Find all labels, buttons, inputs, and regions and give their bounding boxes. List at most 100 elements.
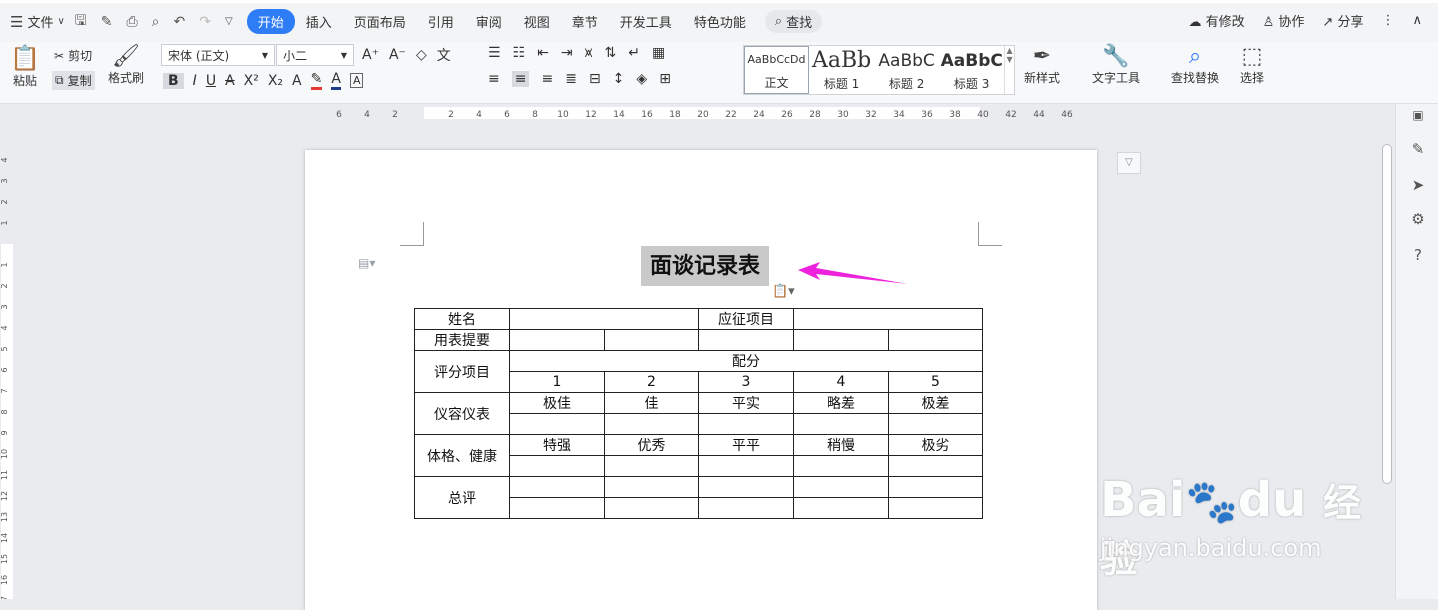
file-menu[interactable]: 文件 (27, 12, 53, 31)
align-center-icon[interactable]: ≡ (511, 71, 530, 87)
table-cell[interactable] (793, 413, 889, 435)
page-title[interactable]: 面谈记录表 (641, 246, 769, 286)
scroll-thumb[interactable] (1382, 144, 1392, 484)
italic-icon[interactable]: I (193, 73, 197, 89)
chinese-layout-icon[interactable]: ⩙ (585, 45, 593, 61)
text-tools-button[interactable]: 🔧 文字工具 (1092, 44, 1140, 86)
new-style-button[interactable]: ✒ 新样式 (1024, 44, 1060, 86)
table-cell[interactable] (604, 329, 699, 351)
table-cell[interactable] (888, 476, 983, 498)
table-cell[interactable] (888, 497, 983, 519)
justify-icon[interactable]: ≣ (565, 71, 577, 87)
select-button[interactable]: ⬚ 选择 (1240, 44, 1264, 86)
print-preview-icon[interactable]: ⌕ (152, 14, 160, 30)
print-icon[interactable]: ⎙ (126, 14, 137, 30)
table-cell[interactable] (509, 455, 605, 477)
horizontal-ruler[interactable]: 6 4 2 2 4 6 8 10 12 14 16 18 20 22 24 26 28 30 32 34 36 38 40 4… (305, 104, 1095, 122)
chevron-down-icon[interactable]: ∨ (57, 16, 64, 27)
modified-button[interactable]: ☁ 有修改 (1188, 11, 1244, 30)
superscript-icon[interactable]: X² (244, 73, 259, 89)
tab-features[interactable]: 特色功能 (683, 9, 757, 34)
tab-page-layout[interactable]: 页面布局 (343, 9, 417, 34)
font-color-icon[interactable]: A (331, 71, 341, 90)
line-spacing-icon[interactable]: ↕ (613, 71, 625, 87)
increase-indent-icon[interactable]: ⇥ (561, 45, 573, 61)
collab-button[interactable]: ♙ 协作 (1263, 11, 1305, 30)
table-cell[interactable] (888, 455, 983, 477)
style-scroll[interactable]: ▲ ▼ (1004, 46, 1014, 94)
table-cell[interactable] (698, 413, 794, 435)
char-border-icon[interactable]: A (349, 73, 364, 88)
tab-references[interactable]: 引用 (417, 9, 465, 34)
settings-sliders-icon[interactable]: ⚙ (1408, 210, 1428, 230)
table-cell[interactable] (604, 497, 699, 519)
bold-icon[interactable]: B (163, 72, 184, 89)
filter-icon[interactable]: ▽ (1117, 152, 1141, 174)
table-cell[interactable] (604, 455, 699, 477)
table-cell[interactable] (604, 413, 699, 435)
tab-insert[interactable]: 插入 (295, 9, 343, 34)
font-name-select[interactable]: 宋体 (正文) ▼ (161, 44, 275, 66)
font-size-select[interactable]: 小二 ▼ (276, 44, 354, 66)
table-cell[interactable] (509, 413, 605, 435)
show-marks-icon[interactable]: ↵ (628, 45, 640, 61)
underline-icon[interactable]: U (206, 73, 216, 89)
tab-review[interactable]: 审阅 (465, 9, 513, 34)
grow-font-icon[interactable]: A⁺ (362, 47, 379, 63)
table-cell[interactable] (888, 413, 983, 435)
decrease-indent-icon[interactable]: ⇤ (537, 45, 549, 61)
help-icon[interactable]: ? (1408, 246, 1428, 266)
table-cell[interactable] (793, 329, 889, 351)
edit-pen-icon[interactable]: ✎ (1408, 140, 1428, 160)
shrink-font-icon[interactable]: A⁻ (389, 47, 406, 63)
shading-icon[interactable]: ◈ (636, 71, 647, 87)
clear-format-icon[interactable]: ◇ (416, 47, 427, 63)
align-right-icon[interactable]: ≡ (541, 71, 553, 87)
table-cell[interactable] (509, 329, 605, 351)
style-heading-3[interactable]: AaBbC 标题 3 (939, 46, 1004, 94)
share-button[interactable]: ↗ 分享 (1322, 11, 1363, 30)
pinyin-icon[interactable]: 文 (437, 45, 451, 65)
tab-chapter[interactable]: 章节 (561, 9, 609, 34)
cut-button[interactable]: ✂ 剪切 (54, 47, 92, 64)
style-heading-2[interactable]: AaBbC 标题 2 (874, 46, 939, 94)
sidebar-toggle-icon[interactable]: ▣ (1408, 108, 1428, 128)
table-cell[interactable] (698, 497, 794, 519)
tab-developer[interactable]: 开发工具 (609, 9, 683, 34)
bullet-list-icon[interactable]: ☰ (488, 45, 501, 61)
format-painter-icon[interactable]: ✎ (101, 14, 113, 30)
table-cell[interactable] (793, 455, 889, 477)
table-cell[interactable] (698, 476, 794, 498)
cursor-icon[interactable]: ➤ (1408, 176, 1428, 196)
sort-icon[interactable]: ⇅ (605, 45, 617, 61)
table-cell[interactable] (604, 476, 699, 498)
borders-icon[interactable]: ⊞ (659, 71, 671, 87)
style-heading-1[interactable]: AaBb 标题 1 (809, 46, 874, 94)
text-effect-icon[interactable]: A (292, 73, 302, 89)
style-normal[interactable]: AaBbCcDd 正文 (744, 46, 810, 94)
table-cell[interactable] (888, 329, 983, 351)
search-button[interactable]: ⌕ 查找 (764, 10, 823, 33)
numbered-list-icon[interactable]: ☷ (513, 45, 526, 61)
paragraph-handle-icon[interactable]: ▤▾ (358, 256, 375, 270)
position-field[interactable] (793, 308, 983, 330)
subscript-icon[interactable]: X₂ (268, 73, 283, 89)
table-tools-icon[interactable]: ▦ (652, 45, 665, 61)
undo-icon[interactable]: ↶ (174, 14, 186, 30)
save-icon[interactable]: 🖫 (75, 10, 87, 34)
customize-icon[interactable]: ▽ (225, 16, 233, 27)
table-cell[interactable] (793, 476, 889, 498)
vertical-ruler[interactable]: 43211234567891011121314151617 (0, 118, 14, 606)
table-cell[interactable] (509, 497, 605, 519)
tab-home[interactable]: 开始 (246, 9, 295, 34)
paste-button[interactable]: 📋 粘贴 (10, 44, 40, 89)
redo-icon[interactable]: ↷ (199, 14, 211, 30)
collapse-ribbon-icon[interactable]: ∧ (1412, 13, 1422, 28)
find-replace-button[interactable]: ⌕ 查找替换 (1171, 44, 1219, 86)
vertical-scrollbar[interactable] (1379, 104, 1395, 599)
table-cell[interactable] (698, 455, 794, 477)
hamburger-icon[interactable]: ☰ (10, 13, 23, 31)
distribute-icon[interactable]: ⊟ (589, 71, 601, 87)
highlight-icon[interactable]: ✎ (310, 71, 323, 90)
format-painter-button[interactable]: 🖌 格式刷 (108, 44, 144, 86)
